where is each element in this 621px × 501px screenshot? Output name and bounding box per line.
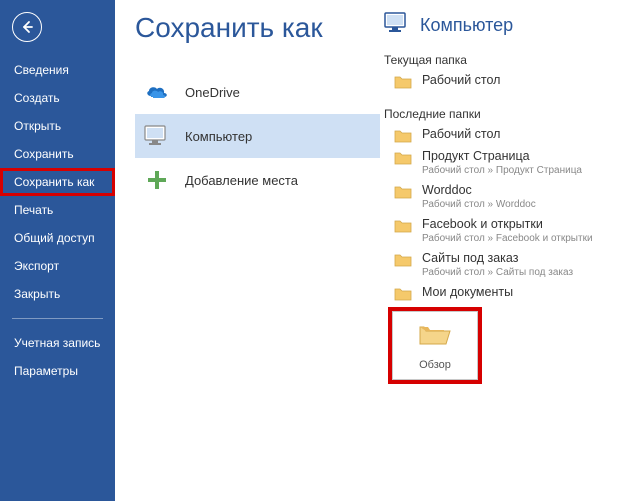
main-area: Сохранить как OneDrive Компьютер Добавлени…: [115, 0, 621, 501]
nav-item-5[interactable]: Печать: [0, 196, 115, 224]
folder-name: Рабочий стол: [422, 73, 500, 88]
folder-icon: [394, 185, 412, 199]
browse-button[interactable]: Обзор: [392, 311, 478, 380]
save-location-add[interactable]: Добавление места: [135, 158, 380, 202]
save-location-label: Добавление места: [185, 173, 298, 188]
folder-name: Мои документы: [422, 285, 513, 300]
folder-name: Рабочий стол: [422, 127, 500, 142]
recent-folder-5[interactable]: Мои документы: [384, 281, 621, 303]
folder-path: Рабочий стол » Facebook и открытки: [422, 233, 593, 245]
folder-name: Facebook и открытки: [422, 217, 593, 232]
folder-icon: [394, 219, 412, 233]
folder-open-icon: [418, 336, 452, 351]
nav-footer-item-0[interactable]: Учетная запись: [0, 329, 115, 357]
recent-folder-1[interactable]: Продукт СтраницаРабочий стол » Продукт С…: [384, 145, 621, 179]
folder-icon: [394, 287, 412, 301]
nav-item-7[interactable]: Экспорт: [0, 252, 115, 280]
folder-icon: [394, 75, 412, 89]
folder-path: Рабочий стол » Worddoc: [422, 199, 536, 211]
page-title: Сохранить как: [135, 12, 380, 44]
folder-path: Рабочий стол » Продукт Страница: [422, 165, 582, 177]
save-location-label: Компьютер: [185, 129, 252, 144]
onedrive-icon: [143, 78, 171, 106]
folder-icon: [394, 129, 412, 143]
current-folder-label: Текущая папка: [384, 53, 621, 67]
save-location-computer[interactable]: Компьютер: [135, 114, 380, 158]
folder-path: Рабочий стол » Сайты под заказ: [422, 267, 573, 279]
add-icon: [143, 166, 171, 194]
nav-item-3[interactable]: Сохранить: [0, 140, 115, 168]
nav-item-2[interactable]: Открыть: [0, 112, 115, 140]
folder-name: Продукт Страница: [422, 149, 582, 164]
arrow-left-icon: [19, 19, 35, 35]
nav-item-4[interactable]: Сохранить как: [0, 168, 115, 196]
recent-folder-3[interactable]: Facebook и открыткиРабочий стол » Facebo…: [384, 213, 621, 247]
save-location-label: OneDrive: [185, 85, 240, 100]
recent-folder-2[interactable]: WorddocРабочий стол » Worddoc: [384, 179, 621, 213]
nav-divider: [12, 318, 103, 319]
nav-item-8[interactable]: Закрыть: [0, 280, 115, 308]
backstage-sidebar: СведенияСоздатьОткрытьСохранитьСохранить…: [0, 0, 115, 501]
save-locations-column: Сохранить как OneDrive Компьютер Добавлени…: [135, 12, 380, 501]
recent-folder-4[interactable]: Сайты под заказРабочий стол » Сайты под …: [384, 247, 621, 281]
nav-footer-item-1[interactable]: Параметры: [0, 357, 115, 385]
folder-icon: [394, 151, 412, 165]
computer-icon: [143, 122, 171, 150]
back-button[interactable]: [12, 12, 42, 42]
detail-header-text: Компьютер: [420, 15, 513, 36]
computer-icon: [384, 12, 410, 39]
location-detail-column: Компьютер Текущая папка Рабочий стол Пос…: [380, 12, 621, 501]
recent-folder-0[interactable]: Рабочий стол: [384, 123, 621, 145]
nav-item-1[interactable]: Создать: [0, 84, 115, 112]
folder-icon: [394, 253, 412, 267]
folder-name: Сайты под заказ: [422, 251, 573, 266]
save-location-onedrive[interactable]: OneDrive: [135, 70, 380, 114]
recent-folders-label: Последние папки: [384, 107, 621, 121]
current-folder-0[interactable]: Рабочий стол: [384, 69, 621, 91]
nav-item-0[interactable]: Сведения: [0, 56, 115, 84]
folder-name: Worddoc: [422, 183, 536, 198]
detail-header: Компьютер: [384, 12, 621, 39]
nav-item-6[interactable]: Общий доступ: [0, 224, 115, 252]
browse-label: Обзор: [393, 359, 477, 371]
